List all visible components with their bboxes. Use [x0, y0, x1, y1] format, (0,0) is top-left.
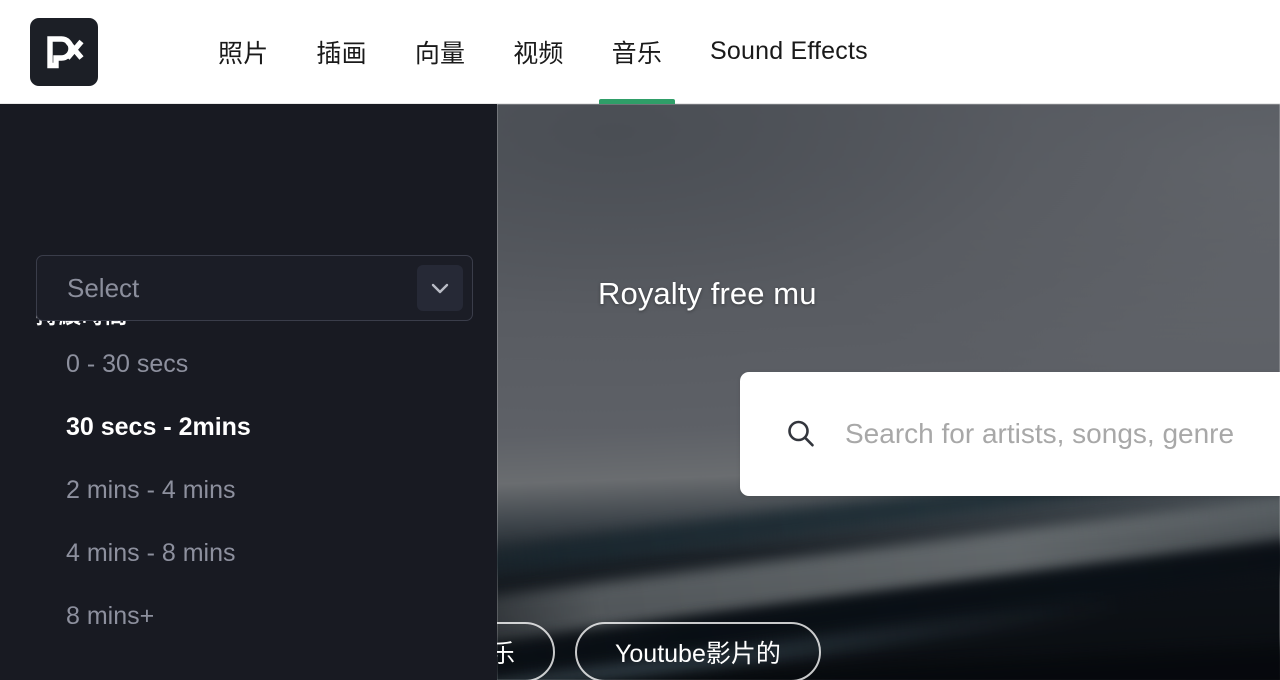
duration-option[interactable]: 4 mins - 8 mins	[0, 522, 497, 585]
duration-option-selected[interactable]: 30 secs - 2mins	[0, 396, 497, 459]
search-bar[interactable]	[740, 372, 1280, 496]
page-root: 照片 插画 向量 视频 音乐 Sound Effects Royalty fre…	[0, 0, 1280, 680]
duration-option[interactable]: 2 mins - 4 mins	[0, 459, 497, 522]
search-input[interactable]	[845, 372, 1280, 496]
site-header: 照片 插画 向量 视频 音乐 Sound Effects	[0, 0, 1280, 104]
duration-option-label: 4 mins - 8 mins	[66, 539, 236, 567]
nav-item-illustrations[interactable]: 插画	[292, 0, 390, 104]
nav-label: 插画	[316, 39, 367, 68]
nav-label: Sound Effects	[710, 37, 868, 65]
duration-option-label: 30 secs - 2mins	[66, 413, 251, 441]
pill-button-youtube-video[interactable]: Youtube影片的	[575, 622, 821, 680]
hero-headline: Royalty free mu	[598, 276, 817, 311]
nav-item-sound-effects[interactable]: Sound Effects	[686, 0, 892, 104]
nav-item-music[interactable]: 音乐	[588, 0, 686, 104]
duration-option-label: 8 mins+	[66, 602, 155, 630]
nav-label: 音乐	[611, 39, 663, 68]
duration-select-value: Select	[67, 272, 140, 303]
nav-label: 照片	[218, 39, 269, 68]
duration-option[interactable]: 8 mins+	[0, 585, 497, 648]
nav-label: 向量	[414, 39, 466, 68]
search-icon	[784, 417, 818, 451]
duration-option-label: 0 - 30 secs	[66, 350, 189, 378]
duration-option-list: 0 - 30 secs 30 secs - 2mins 2 mins - 4 m…	[0, 333, 497, 648]
nav-item-videos[interactable]: 视频	[489, 0, 587, 104]
primary-nav: 照片 插画 向量 视频 音乐 Sound Effects	[194, 0, 892, 104]
duration-filter-panel: 持續時間 Select 0 - 30 secs 30 secs - 2mins …	[0, 104, 497, 680]
nav-item-vectors[interactable]: 向量	[391, 0, 489, 104]
nav-label: 视频	[513, 39, 564, 68]
duration-option-label: 2 mins - 4 mins	[66, 476, 236, 504]
pexels-logo[interactable]	[30, 17, 98, 86]
duration-select[interactable]: Select	[36, 255, 473, 321]
nav-item-photos[interactable]: 照片	[194, 0, 292, 104]
duration-option[interactable]: 0 - 30 secs	[0, 333, 497, 396]
chevron-down-icon[interactable]	[417, 265, 463, 311]
